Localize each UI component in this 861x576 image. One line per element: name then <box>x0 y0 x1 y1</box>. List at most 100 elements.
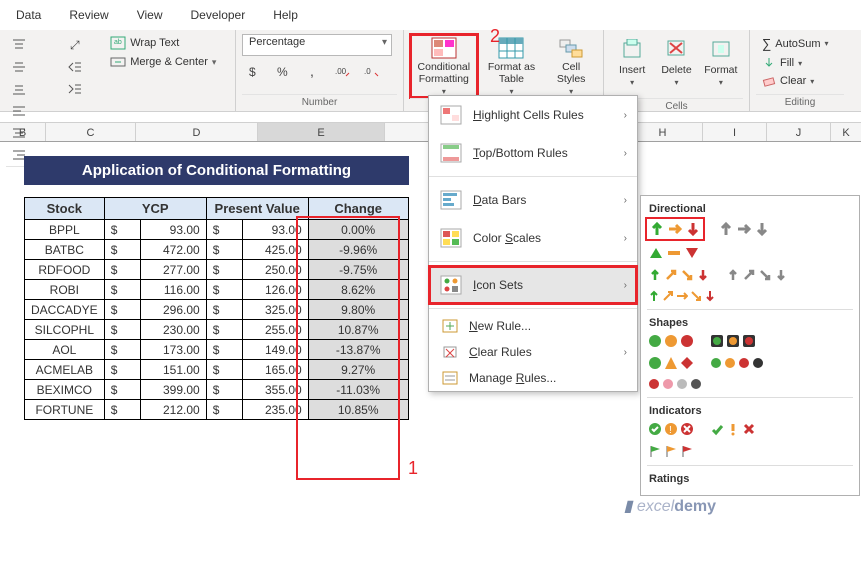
menu-clear-rules[interactable]: Clear Rules › <box>429 339 637 365</box>
accounting-format-icon[interactable]: $ <box>243 61 267 81</box>
cell-currency[interactable]: $ <box>104 360 140 380</box>
cell-stock[interactable]: AOL <box>25 340 105 360</box>
cell-change[interactable]: 9.27% <box>308 360 408 380</box>
cell-ycp[interactable]: 296.00 <box>140 300 206 320</box>
cell-stock[interactable]: ROBI <box>25 280 105 300</box>
cell-currency[interactable]: $ <box>104 300 140 320</box>
cell-stock[interactable]: ACMELAB <box>25 360 105 380</box>
tab-view[interactable]: View <box>135 4 165 26</box>
iconset-3-trafficlights[interactable] <box>647 333 695 349</box>
decrease-decimal-icon[interactable]: .0 <box>360 61 384 81</box>
cell-pv[interactable]: 355.00 <box>242 380 308 400</box>
cell-pv[interactable]: 149.00 <box>242 340 308 360</box>
tab-data[interactable]: Data <box>14 4 43 26</box>
increase-decimal-icon[interactable]: .00 <box>331 61 355 81</box>
cell-currency[interactable]: $ <box>104 340 140 360</box>
cell-currency[interactable]: $ <box>104 320 140 340</box>
cell-currency[interactable]: $ <box>206 340 242 360</box>
fill-button[interactable]: Fill▾ <box>756 55 808 71</box>
insert-button[interactable]: Insert▾ <box>610 34 654 98</box>
format-as-table-button[interactable]: Format as Table ▾ <box>478 34 546 98</box>
cell-ycp[interactable]: 212.00 <box>140 400 206 420</box>
menu-highlight-cells[interactable]: Highlight Cells Rules › <box>429 96 637 134</box>
cell-currency[interactable]: $ <box>206 300 242 320</box>
table-row[interactable]: DACCADYE$296.00$325.009.80% <box>25 300 409 320</box>
cell-change[interactable]: 10.87% <box>308 320 408 340</box>
cell-change[interactable]: 10.85% <box>308 400 408 420</box>
cell-currency[interactable]: $ <box>206 280 242 300</box>
iconset-4-arrows-gray[interactable] <box>725 267 789 283</box>
cell-stock[interactable]: RDFOOD <box>25 260 105 280</box>
iconset-5-arrows-colored[interactable] <box>647 289 717 303</box>
cell-change[interactable]: -9.75% <box>308 260 408 280</box>
cell-styles-button[interactable]: Cell Styles ▾ <box>545 34 597 98</box>
cell-ycp[interactable]: 230.00 <box>140 320 206 340</box>
cell-currency[interactable]: $ <box>206 320 242 340</box>
iconset-3-triangles[interactable] <box>647 245 701 261</box>
align-left-icon[interactable] <box>7 101 31 121</box>
table-row[interactable]: FORTUNE$212.00$235.0010.85% <box>25 400 409 420</box>
cell-pv[interactable]: 235.00 <box>242 400 308 420</box>
iconset-4-trafficlights[interactable] <box>709 355 765 371</box>
cell-pv[interactable]: 255.00 <box>242 320 308 340</box>
table-row[interactable]: BATBC$472.00$425.00-9.96% <box>25 240 409 260</box>
cell-stock[interactable]: BEXIMCO <box>25 380 105 400</box>
iconset-3-arrows-colored[interactable] <box>647 219 703 239</box>
cell-ycp[interactable]: 472.00 <box>140 240 206 260</box>
cell-currency[interactable]: $ <box>104 220 140 240</box>
table-row[interactable]: AOL$173.00$149.00-13.87% <box>25 340 409 360</box>
table-row[interactable]: BEXIMCO$399.00$355.00-11.03% <box>25 380 409 400</box>
cell-ycp[interactable]: 277.00 <box>140 260 206 280</box>
menu-new-rule[interactable]: New Rule... <box>429 313 637 339</box>
orientation-icon[interactable]: ⤢ <box>63 35 93 55</box>
menu-color-scales[interactable]: Color Scales › <box>429 219 637 257</box>
cell-currency[interactable]: $ <box>206 400 242 420</box>
iconset-4-arrows-colored[interactable] <box>647 267 711 283</box>
cell-ycp[interactable]: 151.00 <box>140 360 206 380</box>
iconset-redtoblack[interactable] <box>647 377 703 391</box>
cell-change[interactable]: -13.87% <box>308 340 408 360</box>
clear-button[interactable]: Clear▾ <box>756 73 820 89</box>
merge-center-button[interactable]: Merge & Center ▾ <box>104 53 222 71</box>
table-row[interactable]: ROBI$116.00$126.008.62% <box>25 280 409 300</box>
align-middle-icon[interactable] <box>7 57 31 77</box>
autosum-button[interactable]: ∑AutoSum▾ <box>756 34 835 53</box>
tab-help[interactable]: Help <box>271 4 300 26</box>
cell-ycp[interactable]: 399.00 <box>140 380 206 400</box>
table-row[interactable]: ACMELAB$151.00$165.009.27% <box>25 360 409 380</box>
number-format-dropdown[interactable]: Percentage <box>242 34 392 56</box>
cell-pv[interactable]: 325.00 <box>242 300 308 320</box>
col-c[interactable]: C <box>46 123 136 141</box>
table-row[interactable]: BPPL$93.00$93.000.00% <box>25 220 409 240</box>
cell-currency[interactable]: $ <box>104 280 140 300</box>
iconset-3-signs[interactable] <box>647 355 695 371</box>
cell-change[interactable]: 0.00% <box>308 220 408 240</box>
cell-currency[interactable]: $ <box>206 360 242 380</box>
cell-ycp[interactable]: 93.00 <box>140 220 206 240</box>
col-i[interactable]: I <box>703 123 767 141</box>
menu-top-bottom[interactable]: Top/Bottom Rules › <box>429 134 637 172</box>
cell-stock[interactable]: FORTUNE <box>25 400 105 420</box>
delete-button[interactable]: Delete▾ <box>654 34 698 98</box>
menu-manage-rules[interactable]: Manage Rules... <box>429 365 637 391</box>
cell-change[interactable]: -11.03% <box>308 380 408 400</box>
col-k[interactable]: K <box>831 123 861 141</box>
table-row[interactable]: SILCOPHL$230.00$255.0010.87% <box>25 320 409 340</box>
iconset-3-symbols[interactable] <box>709 421 757 437</box>
cell-pv[interactable]: 93.00 <box>242 220 308 240</box>
tab-review[interactable]: Review <box>67 4 110 26</box>
cell-change[interactable]: 9.80% <box>308 300 408 320</box>
increase-indent-icon[interactable] <box>63 79 87 99</box>
cell-currency[interactable]: $ <box>104 380 140 400</box>
col-b[interactable]: B <box>0 123 46 141</box>
align-top-icon[interactable] <box>7 35 31 55</box>
decrease-indent-icon[interactable] <box>63 57 87 77</box>
cell-pv[interactable]: 250.00 <box>242 260 308 280</box>
cell-change[interactable]: 8.62% <box>308 280 408 300</box>
comma-format-icon[interactable]: , <box>302 61 326 81</box>
conditional-formatting-button[interactable]: Conditional Formatting ▾ <box>410 34 478 98</box>
col-d[interactable]: D <box>136 123 258 141</box>
iconset-3-arrows-gray[interactable] <box>717 219 771 239</box>
cell-stock[interactable]: BATBC <box>25 240 105 260</box>
cell-currency[interactable]: $ <box>206 380 242 400</box>
